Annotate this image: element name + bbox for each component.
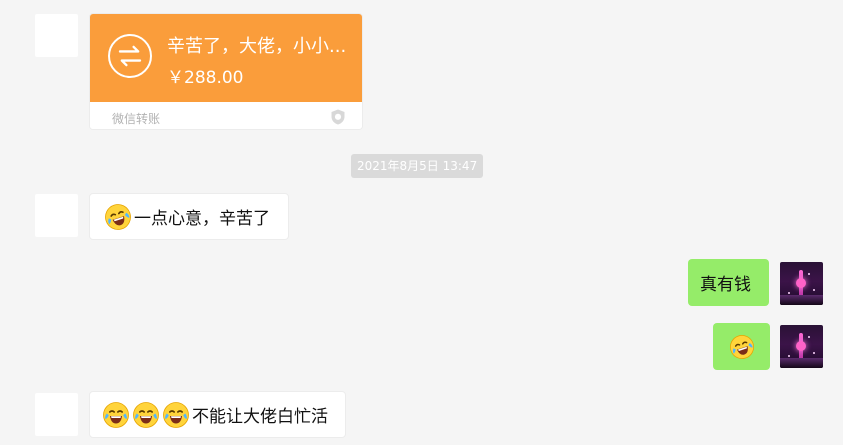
message-text: 不能让大佬白忙活: [192, 407, 328, 427]
contact-avatar[interactable]: [35, 393, 78, 436]
shield-icon: [329, 108, 347, 126]
transfer-footer-label: 微信转账: [112, 112, 161, 126]
incoming-message[interactable]: 一点心意，辛苦了: [89, 193, 289, 240]
outgoing-message[interactable]: 真有钱: [688, 259, 769, 306]
user-avatar[interactable]: [780, 325, 823, 368]
transfer-amount: ￥288.00: [167, 68, 244, 88]
transfer-card-header: 辛苦了，大佬，小小... ￥288.00: [90, 14, 362, 102]
incoming-message[interactable]: 不能让大佬白忙活: [89, 391, 346, 438]
laughing-crying-emoji-icon: [729, 334, 755, 360]
user-avatar[interactable]: [780, 262, 823, 305]
message-timestamp: 2021年8月5日 13:47: [351, 154, 484, 178]
laughing-crying-emoji-icon: [162, 401, 190, 429]
transfer-card-footer: 微信转账: [90, 102, 362, 129]
message-text: 真有钱: [700, 275, 751, 295]
outgoing-emoji-message[interactable]: [713, 323, 770, 370]
laughing-crying-emoji-icon: [104, 203, 132, 231]
contact-avatar[interactable]: [35, 194, 78, 237]
contact-avatar[interactable]: [35, 14, 78, 57]
transfer-arrows-icon: [108, 34, 152, 78]
laughing-crying-emoji-icon: [102, 401, 130, 429]
transfer-card[interactable]: 辛苦了，大佬，小小... ￥288.00 微信转账: [89, 13, 363, 130]
message-text: 一点心意，辛苦了: [134, 209, 270, 229]
transfer-title: 辛苦了，大佬，小小...: [167, 36, 347, 57]
laughing-crying-emoji-icon: [132, 401, 160, 429]
